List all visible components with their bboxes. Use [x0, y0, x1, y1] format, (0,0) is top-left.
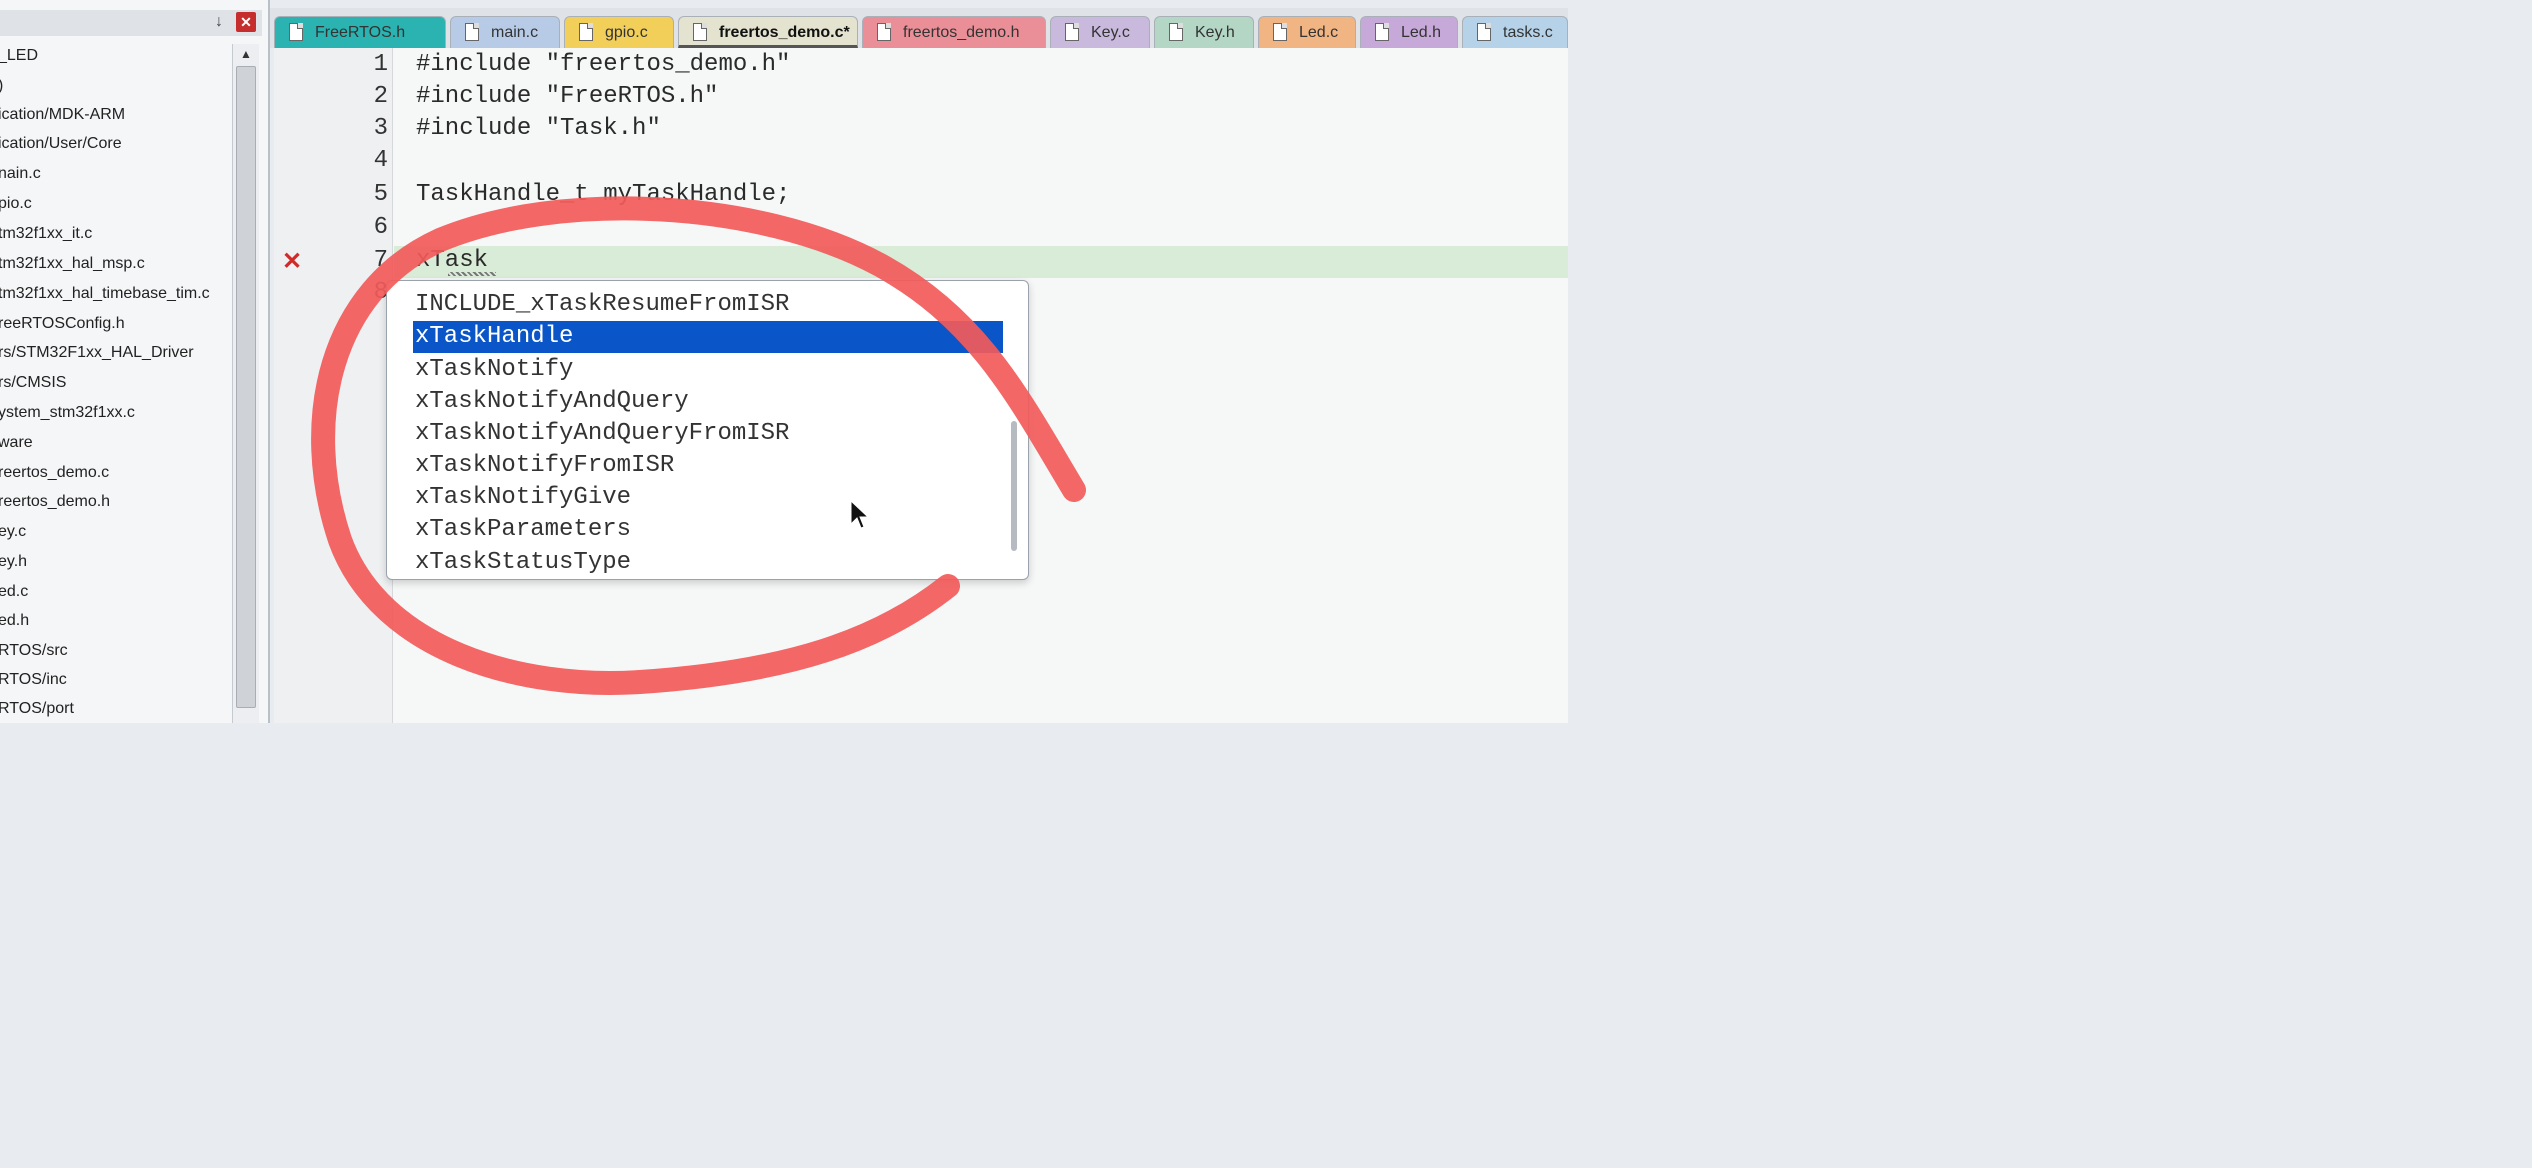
tree-item[interactable]: RTOS/inc: [0, 666, 67, 694]
file-icon: [877, 23, 891, 41]
code-line[interactable]: #include "freertos_demo.h": [416, 51, 790, 78]
tab-freertos-h[interactable]: FreeRTOS.h: [274, 16, 446, 48]
tab-label: gpio.c: [605, 24, 648, 41]
line-number: 6: [373, 214, 388, 241]
tab-label: Key.h: [1195, 24, 1235, 41]
tree-item[interactable]: reertos_demo.c: [0, 459, 109, 487]
tree-item[interactable]: ystem_stm32f1xx.c: [0, 399, 135, 427]
line-number: 2: [373, 83, 388, 110]
autocomplete-item[interactable]: xTaskNotifyAndQuery: [415, 386, 689, 418]
autocomplete-item[interactable]: xTaskNotifyAndQueryFromISR: [415, 418, 789, 450]
file-icon: [1477, 23, 1491, 41]
file-icon: [693, 23, 707, 41]
tree-item[interactable]: ey.c: [0, 518, 26, 546]
tree-item[interactable]: ication/User/Core: [0, 130, 122, 158]
tree-item[interactable]: RTOS/src: [0, 637, 68, 665]
tree-item[interactable]: ed.h: [0, 607, 29, 635]
autocomplete-scrollbar[interactable]: [1011, 421, 1017, 551]
file-icon: [1375, 23, 1389, 41]
tab-key-c[interactable]: Key.c: [1050, 16, 1150, 48]
tab-gpio-c[interactable]: gpio.c: [564, 16, 674, 48]
current-line-highlight: [394, 246, 1568, 278]
line-number: 8: [373, 279, 388, 306]
editor-tab-bar: FreeRTOS.h main.c gpio.c freertos_demo.c…: [270, 8, 1568, 48]
tree-item[interactable]: ): [0, 72, 3, 100]
tab-label: FreeRTOS.h: [315, 24, 406, 41]
tree-item[interactable]: ed.c: [0, 578, 28, 606]
tab-label: tasks.c: [1503, 24, 1553, 41]
autocomplete-item[interactable]: xTaskStatusType: [415, 547, 631, 579]
code-line-current[interactable]: xTask: [416, 247, 488, 274]
line-number: 7: [373, 247, 388, 274]
autocomplete-item[interactable]: xTaskNotifyGive: [415, 482, 631, 514]
project-scrollbar[interactable]: ▲: [232, 44, 259, 723]
pin-icon[interactable]: ↓: [210, 12, 228, 32]
tab-label: Led.c: [1299, 24, 1339, 41]
tree-item[interactable]: ey.h: [0, 548, 27, 576]
line-number: 1: [373, 51, 388, 78]
file-icon: [1065, 23, 1079, 41]
autocomplete-item[interactable]: INCLUDE_xTaskResumeFromISR: [415, 289, 789, 321]
code-line[interactable]: TaskHandle_t myTaskHandle;: [416, 181, 790, 208]
autocomplete-item[interactable]: xTaskNotifyFromISR: [415, 450, 674, 482]
autocomplete-item-selected[interactable]: xTaskHandle: [413, 321, 1003, 353]
project-tree: _LED ) ication/MDK-ARM ication/User/Core…: [0, 40, 230, 723]
file-icon: [579, 23, 593, 41]
line-number: 3: [373, 115, 388, 142]
code-line[interactable]: #include "Task.h": [416, 115, 661, 142]
autocomplete-popup: INCLUDE_xTaskResumeFromISR xTaskHandle x…: [386, 280, 1029, 580]
scroll-up-arrow-icon[interactable]: ▲: [235, 44, 257, 64]
tab-label: Led.h: [1401, 24, 1442, 41]
error-marker-icon[interactable]: ✕: [282, 250, 302, 274]
tab-label: freertos_demo.h: [903, 24, 1020, 41]
project-panel-header: ↓ ✕: [0, 10, 262, 36]
tab-led-h[interactable]: Led.h: [1360, 16, 1458, 48]
autocomplete-item[interactable]: xTaskNotify: [415, 354, 573, 386]
code-line[interactable]: #include "FreeRTOS.h": [416, 83, 718, 110]
file-icon: [289, 23, 303, 41]
tree-item[interactable]: tm32f1xx_hal_timebase_tim.c: [0, 280, 210, 308]
tree-item[interactable]: reeRTOSConfig.h: [0, 310, 125, 338]
tab-led-c[interactable]: Led.c: [1258, 16, 1356, 48]
close-icon[interactable]: ✕: [236, 12, 256, 32]
tree-item[interactable]: tm32f1xx_it.c: [0, 220, 92, 248]
tab-label: Key.c: [1091, 24, 1130, 41]
tab-label: freertos_demo.c*: [719, 24, 850, 41]
tab-label: main.c: [491, 24, 539, 41]
tab-key-h[interactable]: Key.h: [1154, 16, 1254, 48]
mouse-pointer-icon: [850, 500, 870, 529]
tree-item[interactable]: ware: [0, 429, 33, 457]
file-icon: [465, 23, 479, 41]
tree-item[interactable]: ication/MDK-ARM: [0, 101, 125, 129]
scroll-thumb[interactable]: [236, 66, 256, 708]
tree-item[interactable]: rs/STM32F1xx_HAL_Driver: [0, 339, 194, 367]
tree-item[interactable]: RTOS/port: [0, 695, 74, 723]
line-number: 5: [373, 181, 388, 208]
tree-item[interactable]: nain.c: [0, 160, 41, 188]
tree-item[interactable]: _LED: [0, 42, 38, 70]
error-squiggle: [448, 272, 496, 276]
tab-freertos-demo-c[interactable]: freertos_demo.c*: [678, 16, 858, 48]
tab-freertos-demo-h[interactable]: freertos_demo.h: [862, 16, 1046, 48]
project-panel: ↓ ✕ _LED ) ication/MDK-ARM ication/User/…: [0, 0, 270, 723]
file-icon: [1169, 23, 1183, 41]
tree-item[interactable]: pio.c: [0, 190, 32, 218]
autocomplete-item[interactable]: xTaskParameters: [415, 514, 631, 546]
tab-main-c[interactable]: main.c: [450, 16, 560, 48]
tree-item[interactable]: reertos_demo.h: [0, 488, 110, 516]
tree-item[interactable]: tm32f1xx_hal_msp.c: [0, 250, 145, 278]
line-number: 4: [373, 147, 388, 174]
tab-tasks-c[interactable]: tasks.c: [1462, 16, 1568, 48]
tree-item[interactable]: rs/CMSIS: [0, 369, 66, 397]
file-icon: [1273, 23, 1287, 41]
